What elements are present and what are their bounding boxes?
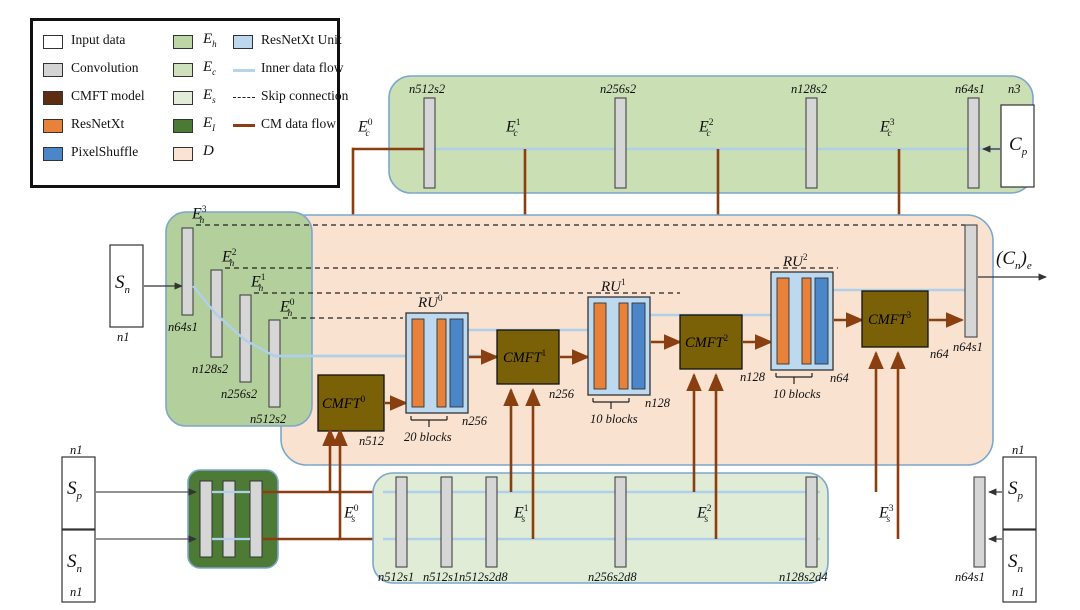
legend-swatch-ec bbox=[173, 63, 193, 77]
eh-tap-1: E1h bbox=[251, 273, 266, 294]
legend-label-ei: EI bbox=[203, 115, 216, 133]
cmft2-label: CMFT2 bbox=[685, 333, 729, 351]
es-conv-label-4: n128s2d4 bbox=[779, 570, 828, 584]
cmft1-label: CMFT1 bbox=[503, 348, 547, 366]
legend-label-skip-connection: Skip connection bbox=[261, 88, 349, 103]
cmft0-out: n512 bbox=[359, 434, 384, 448]
ec-input-cp: Cp bbox=[1009, 134, 1028, 158]
ei-input-sp: Sp bbox=[67, 478, 82, 502]
ru1-out: n128 bbox=[645, 396, 670, 410]
eh-conv-label-3: n512s2 bbox=[250, 412, 287, 426]
ei-input-sn: Sn bbox=[67, 551, 82, 575]
legend-swatch-es bbox=[173, 91, 193, 105]
es-conv-label-5: n64s1 bbox=[955, 570, 985, 584]
cmft3-out: n64 bbox=[930, 347, 949, 361]
legend-label-resnetxt: ResNetXt bbox=[71, 116, 125, 131]
legend-swatch-resnetxt bbox=[43, 119, 63, 133]
eh-input-sn: Sn bbox=[115, 272, 130, 296]
ec-conv-label-1: n256s2 bbox=[600, 82, 637, 96]
legend-swatch-resnetxt-unit bbox=[233, 35, 253, 49]
es-input-sn-size: n1 bbox=[1012, 585, 1025, 599]
es-tap-1: E1s bbox=[514, 504, 529, 525]
ru0-out: n256 bbox=[462, 414, 487, 428]
legend-label-convolution: Convolution bbox=[71, 60, 139, 75]
ec-conv-label-3: n64s1 bbox=[955, 82, 985, 96]
decoder-final-conv-label: n64s1 bbox=[953, 340, 983, 354]
legend-line-inner-flow bbox=[233, 69, 255, 72]
ru2-out: n64 bbox=[830, 371, 849, 385]
eh-tap-2: E2h bbox=[222, 248, 237, 269]
es-tap-3: E3s bbox=[879, 504, 894, 525]
ec-tap-1: E1c bbox=[506, 118, 521, 139]
cmft2-out: n128 bbox=[740, 370, 765, 384]
eh-conv-label-0: n64s1 bbox=[168, 320, 198, 334]
es-conv-label-0: n512s1 bbox=[378, 570, 415, 584]
panel-ec bbox=[388, 75, 1034, 194]
legend-label-input-data: Input data bbox=[71, 32, 126, 47]
legend-swatch-d bbox=[173, 147, 193, 161]
es-tap-0: E0s bbox=[344, 504, 359, 525]
legend-swatch-eh bbox=[173, 35, 193, 49]
eh-conv-label-2: n256s2 bbox=[221, 387, 258, 401]
ru2-blocks: 10 blocks bbox=[773, 387, 821, 401]
legend-label-ec: Ec bbox=[203, 59, 217, 77]
legend-swatch-convolution bbox=[43, 63, 63, 77]
legend-box: Input data Convolution CMFT model ResNet… bbox=[30, 18, 348, 188]
ei-input-sp-size: n1 bbox=[70, 443, 83, 457]
legend-label-d: D bbox=[203, 143, 214, 159]
legend-swatch-cmft-model bbox=[43, 91, 63, 105]
ec-tap-2: E2c bbox=[699, 118, 714, 139]
ru2-label: RU2 bbox=[783, 252, 808, 270]
ec-input-size: n3 bbox=[1008, 82, 1021, 96]
eh-tap-0: E0h bbox=[280, 298, 295, 319]
ec-conv-label-0: n512s2 bbox=[409, 82, 446, 96]
cmft0-label: CMFT0 bbox=[322, 394, 366, 412]
cmft1-out: n256 bbox=[549, 387, 574, 401]
legend-line-skip-connection bbox=[233, 97, 255, 98]
es-tap-2: E2s bbox=[697, 504, 712, 525]
legend-label-inner-flow: Inner data flow bbox=[261, 60, 344, 75]
ei-input-sn-size: n1 bbox=[70, 585, 83, 599]
ec-tap-3: E3c bbox=[880, 118, 895, 139]
ec-tap-0: E0c bbox=[358, 118, 373, 139]
decoder-output-label: (Cn)e bbox=[996, 248, 1032, 272]
legend-label-cmft-model: CMFT model bbox=[71, 88, 145, 103]
legend-line-cm-flow bbox=[233, 124, 255, 128]
es-input-sp-size: n1 bbox=[1012, 443, 1025, 457]
eh-tap-3: E3h bbox=[192, 205, 207, 226]
es-conv-label-1: n512s1 bbox=[423, 570, 460, 584]
ru1-label: RU1 bbox=[601, 277, 626, 295]
legend-swatch-pixelshuffle bbox=[43, 147, 63, 161]
ru0-label: RU0 bbox=[418, 293, 443, 311]
legend-label-cm-flow: CM data flow bbox=[261, 116, 336, 131]
legend-label-es: Es bbox=[203, 87, 216, 105]
legend-label-pixelshuffle: PixelShuffle bbox=[71, 144, 139, 159]
es-conv-label-2: n512s2d8 bbox=[459, 570, 508, 584]
legend-label-eh: Eh bbox=[203, 31, 217, 49]
legend-swatch-input-data bbox=[43, 35, 63, 49]
es-conv-label-3: n256s2d8 bbox=[588, 570, 637, 584]
eh-conv-label-1: n128s2 bbox=[192, 362, 229, 376]
ru0-blocks: 20 blocks bbox=[404, 430, 452, 444]
cmft3-label: CMFT3 bbox=[868, 310, 912, 328]
ru1-blocks: 10 blocks bbox=[590, 412, 638, 426]
es-input-sp: Sp bbox=[1008, 478, 1023, 502]
legend-swatch-ei bbox=[173, 119, 193, 133]
eh-input-size: n1 bbox=[117, 330, 130, 344]
diagram-root: Input data Convolution CMFT model ResNet… bbox=[0, 0, 1080, 610]
es-input-sn: Sn bbox=[1008, 551, 1023, 575]
legend-label-resnetxt-unit: ResNetXt Unit bbox=[261, 32, 342, 47]
ec-conv-label-2: n128s2 bbox=[791, 82, 828, 96]
